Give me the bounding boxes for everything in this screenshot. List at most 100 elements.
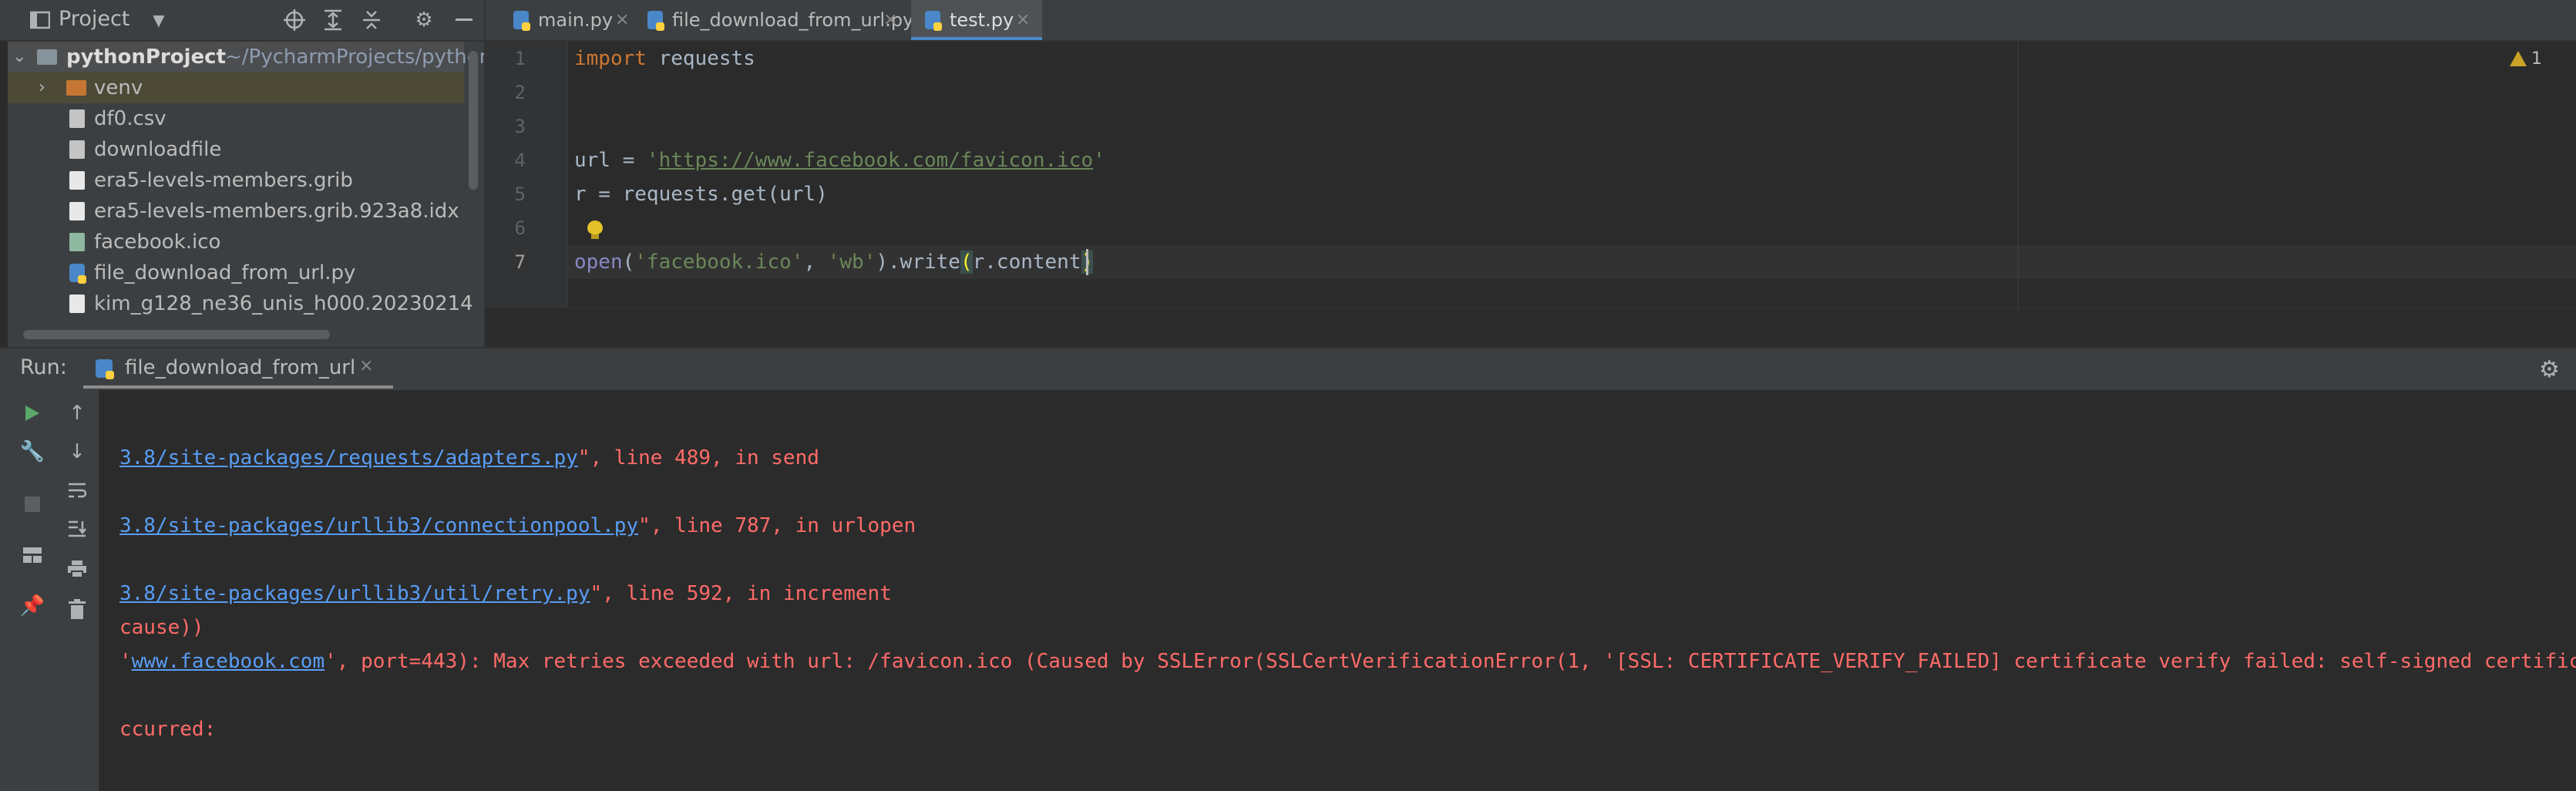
tab-file-download-from-url-py[interactable]: file_download_from_url.py × [635, 0, 913, 40]
line-number: 2 [514, 82, 526, 103]
layout-icon[interactable] [18, 541, 46, 569]
project-panel-title[interactable]: Project [59, 7, 129, 31]
keyword-token: import [574, 47, 647, 70]
traceback-file-link[interactable]: 3.8/site-packages/urllib3/util/retry.py [119, 582, 590, 605]
line-number: 1 [514, 48, 526, 69]
text-file-icon [69, 109, 85, 128]
arrow-down-icon[interactable]: ↓ [63, 438, 91, 466]
url-link[interactable]: https://www.facebook.com/favicon.ico [659, 149, 1094, 172]
image-file-icon [69, 233, 85, 251]
tree-item-venv[interactable]: › venv [8, 72, 464, 103]
url-link[interactable]: www.facebook.com [132, 650, 325, 673]
file-icon [69, 202, 85, 220]
close-icon[interactable]: × [1016, 0, 1030, 40]
folder-icon [66, 80, 86, 96]
tree-item-kim-file[interactable]: kim_g128_ne36_unis_h000.20230214 [8, 288, 473, 319]
run-tab-file-download-from-url[interactable]: file_download_from_url × [79, 348, 393, 389]
print-icon[interactable] [63, 555, 91, 583]
run-tab-label: file_download_from_url [125, 356, 356, 379]
console-line: 'www.facebook.com', port=443): Max retri… [119, 646, 2576, 677]
python-file-icon [647, 11, 664, 31]
pin-icon[interactable]: 📌 [18, 592, 46, 620]
text-caret [1086, 249, 1088, 275]
line-number: 4 [514, 150, 526, 171]
python-file-icon [69, 264, 86, 284]
tab-label: test.py [950, 9, 1014, 31]
tree-item-label: era5-levels-members.grib.923a8.idx [94, 200, 459, 223]
run-console-output[interactable]: 3.8/site-packages/requests/adapters.py ",… [99, 390, 2576, 791]
tab-test-py[interactable]: test.py × [911, 0, 1042, 40]
code-token: , [803, 251, 828, 274]
python-file-icon [513, 11, 530, 31]
console-line: 3.8/site-packages/urllib3/connectionpool… [119, 510, 916, 541]
tree-item-label: facebook.ico [94, 231, 221, 254]
code-line-4[interactable]: url = 'https://www.facebook.com/favicon.… [574, 143, 1105, 177]
code-token: r = requests.get(url) [574, 183, 828, 206]
gear-icon[interactable]: ⚙ [412, 8, 436, 32]
close-icon[interactable]: × [615, 0, 629, 40]
tab-main-py[interactable]: main.py × [501, 0, 632, 40]
line-number: 5 [514, 183, 526, 205]
string-token: 'wb' [827, 251, 876, 274]
expand-all-icon[interactable] [321, 8, 345, 32]
code-token: url = [574, 149, 647, 172]
console-text: ", line 592, in increment [590, 582, 892, 605]
code-token: r.content [972, 251, 1081, 274]
tree-root-name: pythonProject [66, 45, 226, 69]
minimize-icon[interactable] [452, 8, 476, 32]
editor-gutter: 1 2 3 4 5 6 7 [486, 42, 568, 308]
code-line-5[interactable]: r = requests.get(url) [574, 177, 828, 211]
string-token: ' [646, 149, 659, 172]
wrench-icon[interactable]: 🔧 [18, 438, 46, 466]
traceback-file-link[interactable]: 3.8/site-packages/urllib3/connectionpool… [119, 514, 638, 537]
tree-root-pythonproject[interactable]: ⌄ pythonProject ~/PycharmProjects/python… [8, 42, 484, 72]
code-line-7[interactable]: open('facebook.ico', 'wb').write(r.conte… [574, 245, 1094, 279]
text-file-icon [69, 140, 85, 159]
line-number: 6 [514, 217, 526, 239]
rerun-icon[interactable] [18, 399, 46, 427]
code-line-1[interactable]: import requests [574, 42, 755, 76]
trash-icon[interactable] [63, 595, 91, 623]
project-panel-header: Project ▼ ⚙ [0, 0, 484, 42]
console-text: ", line 787, in urlopen [638, 514, 916, 537]
close-icon[interactable]: × [359, 356, 373, 375]
project-view-icon[interactable] [28, 8, 52, 32]
run-toolbar: 🔧 📌 ↑ ↓ [0, 390, 99, 791]
line-number: 7 [514, 251, 526, 273]
close-icon[interactable]: × [883, 0, 897, 40]
line-number: 3 [514, 116, 526, 137]
tree-item-file-download-py[interactable]: file_download_from_url.py [8, 257, 464, 288]
code-token: ).write [876, 251, 960, 274]
folder-icon [37, 49, 57, 65]
scroll-to-end-icon[interactable] [63, 515, 91, 543]
soft-wrap-icon[interactable] [63, 476, 91, 504]
tree-item-grib-idx[interactable]: era5-levels-members.grib.923a8.idx [8, 196, 464, 227]
lightbulb-icon[interactable] [587, 220, 603, 239]
string-token: 'facebook.ico' [634, 251, 804, 274]
tree-item-grib[interactable]: era5-levels-members.grib [8, 165, 464, 196]
console-line: cause)) [119, 612, 204, 643]
stop-icon[interactable] [18, 490, 46, 518]
locate-file-icon[interactable] [282, 8, 307, 32]
console-text: ', port=443): Max retries exceeded with … [325, 650, 2576, 673]
tree-item-facebook-ico[interactable]: facebook.ico [8, 227, 464, 257]
chevron-down-icon[interactable]: ▼ [146, 8, 171, 32]
chevron-right-icon[interactable]: › [39, 72, 45, 103]
collapse-all-icon[interactable] [359, 8, 384, 32]
project-horizontal-scrollbar[interactable] [23, 330, 330, 339]
gear-icon[interactable]: ⚙ [2539, 356, 2560, 383]
tree-item-label: downloadfile [94, 138, 222, 161]
chevron-down-icon[interactable]: ⌄ [12, 42, 26, 72]
lightbulb-base [591, 234, 599, 239]
tree-root-path: ~/PycharmProjects/pythonProject [225, 45, 484, 69]
traceback-file-link[interactable]: 3.8/site-packages/requests/adapters.py [119, 446, 578, 470]
project-tool-window: Project ▼ ⚙ ⌄ pythonProject ~/PycharmPro… [0, 0, 486, 347]
arrow-up-icon[interactable]: ↑ [63, 399, 91, 427]
tree-item-downloadfile[interactable]: downloadfile [8, 134, 464, 165]
tree-item-label: era5-levels-members.grib [94, 169, 353, 192]
tree-item-df0-csv[interactable]: df0.csv [8, 103, 464, 134]
project-vertical-scrollbar[interactable] [469, 51, 478, 190]
tree-item-label: venv [94, 76, 143, 99]
code-editor[interactable]: import requests url = 'https://www.faceb… [568, 42, 2576, 308]
tab-label: file_download_from_url.py [672, 9, 914, 31]
